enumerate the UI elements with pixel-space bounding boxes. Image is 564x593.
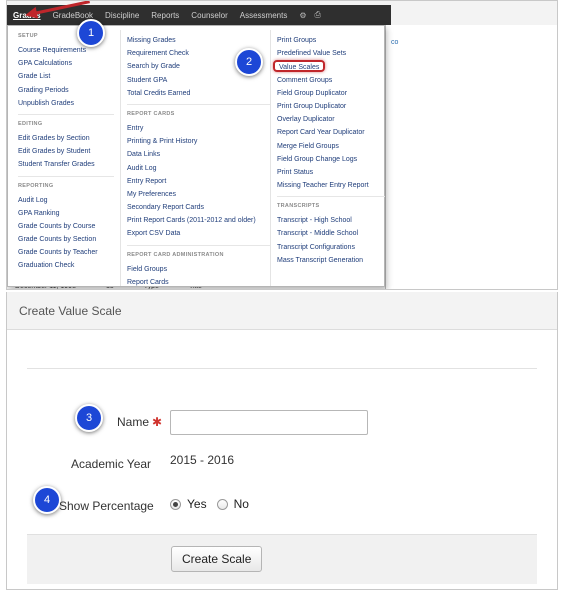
menu-item-mass-transcript-generation[interactable]: Mass Transcript Generation — [277, 254, 385, 267]
radio-yes-label[interactable]: Yes — [187, 497, 207, 511]
menu-item-course-requirements[interactable]: Course Requirements — [18, 44, 114, 57]
menu-section-transcripts: TRANSCRIPTS — [277, 203, 320, 210]
divider — [18, 113, 114, 115]
divider — [27, 368, 537, 369]
nav-discipline[interactable]: Discipline — [105, 11, 139, 20]
academic-year-label: Academic Year — [71, 457, 152, 471]
step-marker-4: 4 — [33, 486, 61, 514]
background-page — [385, 25, 557, 289]
menu-item-student-transfer-grades[interactable]: Student Transfer Grades — [18, 158, 114, 171]
menu-item-unpublish-grades[interactable]: Unpublish Grades — [18, 97, 114, 110]
background-link-fragment: co — [391, 39, 399, 46]
menu-section-editing: EDITING — [18, 120, 43, 127]
menu-item-predefined-value-sets[interactable]: Predefined Value Sets — [277, 47, 385, 60]
menu-item-value-scales[interactable]: Value Scales — [273, 60, 385, 73]
divider — [277, 196, 385, 198]
step-marker-3: 3 — [75, 404, 103, 432]
menu-item-report-cards[interactable]: Report Cards — [127, 276, 270, 289]
menu-item-print-groups[interactable]: Print Groups — [277, 34, 385, 47]
menu-item-audit-log[interactable]: Audit Log — [127, 162, 270, 175]
print-icon[interactable]: ⎙ — [315, 10, 321, 20]
menu-item-print-report-cards-2011-2012-and-older[interactable]: Print Report Cards (2011-2012 and older) — [127, 214, 270, 227]
menu-item-total-credits-earned[interactable]: Total Credits Earned — [127, 87, 270, 100]
menu-column-3: Print Groups Predefined Value Sets Value S… — [270, 30, 385, 286]
menu-item-value-scales-highlighted[interactable]: Value Scales — [273, 60, 326, 73]
grades-dropdown-menu: SETUP Course Requirements GPA Calculation… — [7, 25, 385, 287]
divider — [18, 175, 114, 177]
menu-item-print-status[interactable]: Print Status — [277, 166, 385, 179]
menu-item-transcript-high-school[interactable]: Transcript - High School — [277, 214, 385, 227]
menu-item-comment-groups[interactable]: Comment Groups — [277, 74, 385, 87]
menu-item-report-card-year-duplicator[interactable]: Report Card Year Duplicator — [277, 126, 385, 139]
menu-column-1: SETUP Course Requirements GPA Calculation… — [18, 30, 114, 273]
menu-item-entry-report[interactable]: Entry Report — [127, 175, 270, 188]
create-scale-button[interactable]: Create Scale — [171, 546, 263, 572]
menu-item-data-links[interactable]: Data Links — [127, 148, 270, 161]
page-title: Create Value Scale — [7, 292, 557, 330]
menu-item-overlay-duplicator[interactable]: Overlay Duplicator — [277, 113, 385, 126]
step-marker-1: 1 — [77, 19, 105, 47]
menu-item-gpa-ranking[interactable]: GPA Ranking — [18, 207, 114, 220]
menu-item-entry[interactable]: Entry — [127, 122, 270, 135]
nav-reports[interactable]: Reports — [151, 11, 179, 20]
menu-item-grade-counts-by-section[interactable]: Grade Counts by Section — [18, 233, 114, 246]
divider — [127, 244, 270, 246]
menu-item-missing-grades[interactable]: Missing Grades — [127, 34, 270, 47]
menu-screenshot: Grades GradeBook Discipline Reports Coun… — [6, 0, 558, 290]
menu-item-edit-grades-by-student[interactable]: Edit Grades by Student — [18, 145, 114, 158]
menu-item-transcript-middle-school[interactable]: Transcript - Middle School — [277, 227, 385, 240]
nav-assessments[interactable]: Assessments — [240, 11, 288, 20]
name-label: Name ✱ — [117, 415, 162, 429]
divider — [127, 103, 270, 105]
show-percentage-radio-group: Yes No — [170, 497, 259, 511]
required-asterisk-icon: ✱ — [152, 415, 163, 429]
radio-no[interactable] — [216, 498, 228, 510]
create-value-scale-panel: Create Value Scale 3 Name ✱ Academic Year… — [6, 292, 558, 590]
step-marker-2: 2 — [235, 48, 263, 76]
menu-item-secondary-report-cards[interactable]: Secondary Report Cards — [127, 201, 270, 214]
menu-item-grade-list[interactable]: Grade List — [18, 70, 114, 83]
menu-item-field-group-change-logs[interactable]: Field Group Change Logs — [277, 153, 385, 166]
menu-section-report-card-admin: REPORT CARD ADMINISTRATION — [127, 251, 224, 258]
name-input[interactable] — [170, 410, 368, 435]
academic-year-value: 2015 - 2016 — [170, 453, 235, 467]
menu-item-field-groups[interactable]: Field Groups — [127, 263, 270, 276]
nav-counselor[interactable]: Counselor — [191, 11, 227, 20]
menu-item-my-preferences[interactable]: My Preferences — [127, 188, 270, 201]
menu-item-gpa-calculations[interactable]: GPA Calculations — [18, 57, 114, 70]
menu-item-export-csv-data[interactable]: Export CSV Data — [127, 227, 270, 240]
name-label-text: Name — [117, 415, 150, 429]
show-percentage-label: Show Percentage — [59, 499, 154, 513]
menu-item-print-group-duplicator[interactable]: Print Group Duplicator — [277, 100, 385, 113]
menu-item-graduation-check[interactable]: Graduation Check — [18, 259, 114, 272]
gear-icon[interactable]: ⚙ — [299, 11, 306, 20]
menu-section-reporting: REPORTING — [18, 182, 54, 189]
menu-item-missing-teacher-entry-report[interactable]: Missing Teacher Entry Report — [277, 179, 385, 192]
menu-item-transcript-configurations[interactable]: Transcript Configurations — [277, 241, 385, 254]
form-footer: Create Scale — [27, 534, 537, 584]
menu-item-grade-counts-by-course[interactable]: Grade Counts by Course — [18, 220, 114, 233]
nav-gradebook[interactable]: GradeBook — [53, 11, 93, 20]
menu-item-edit-grades-by-section[interactable]: Edit Grades by Section — [18, 132, 114, 145]
menu-section-report-cards: REPORT CARDS — [127, 110, 175, 117]
menu-item-grade-counts-by-teacher[interactable]: Grade Counts by Teacher — [18, 246, 114, 259]
callout-arrow-head — [23, 6, 39, 22]
radio-yes[interactable] — [170, 498, 181, 510]
menu-item-printing-print-history[interactable]: Printing & Print History — [127, 135, 270, 148]
menu-item-audit-log[interactable]: Audit Log — [18, 194, 114, 207]
menu-item-merge-field-groups[interactable]: Merge Field Groups — [277, 140, 385, 153]
menu-item-grading-periods[interactable]: Grading Periods — [18, 84, 114, 97]
radio-no-label[interactable]: No — [234, 497, 249, 511]
menu-item-field-group-duplicator[interactable]: Field Group Duplicator — [277, 87, 385, 100]
